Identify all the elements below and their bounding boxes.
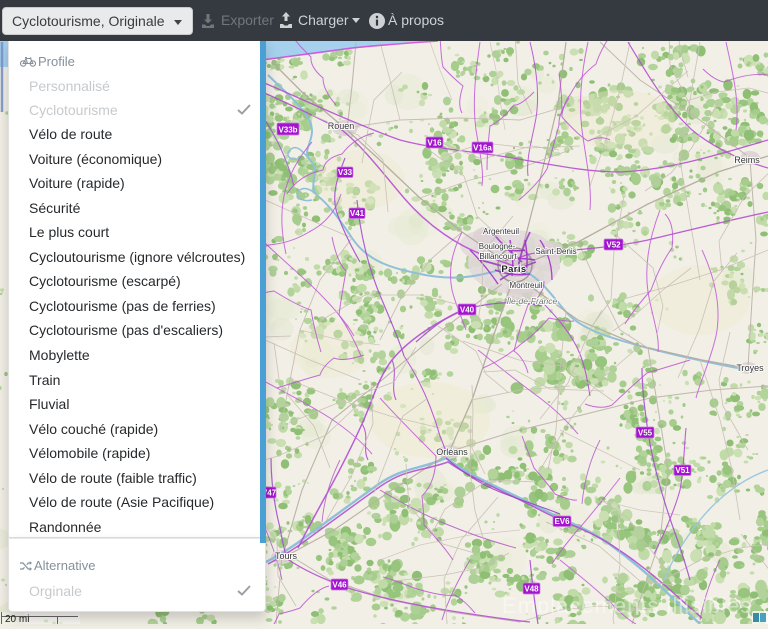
svg-text:V16a: V16a [473,143,492,152]
svg-text:V48: V48 [524,584,539,593]
svg-text:Argenteuil: Argenteuil [483,227,519,236]
svg-text:V33b: V33b [278,125,297,134]
svg-text:Boulogne-: Boulogne- [479,242,516,251]
svg-text:Île-de-France: Île-de-France [507,296,558,306]
svg-text:Orléans: Orléans [436,447,468,457]
svg-text:V41: V41 [350,209,365,218]
svg-text:V52: V52 [606,240,621,249]
svg-text:Billancourt: Billancourt [479,252,517,261]
svg-text:V46: V46 [332,580,347,589]
svg-text:Tours: Tours [275,551,298,561]
svg-text:Reims: Reims [734,155,760,165]
svg-text:Paris: Paris [501,264,526,275]
svg-text:Montreuil: Montreuil [510,281,543,290]
svg-text:V55: V55 [638,428,653,437]
svg-text:V40: V40 [460,305,475,314]
svg-text:Troyes: Troyes [736,363,764,373]
svg-text:Emplacements illisibles: Emplacements illisibles [502,593,752,618]
svg-text:Rouen: Rouen [328,121,355,131]
svg-text:V16: V16 [427,138,442,147]
svg-text:V33: V33 [338,168,353,177]
svg-text:EV6: EV6 [554,517,570,526]
svg-text:Saint-Denis: Saint-Denis [535,247,576,256]
svg-text:V51: V51 [675,466,690,475]
